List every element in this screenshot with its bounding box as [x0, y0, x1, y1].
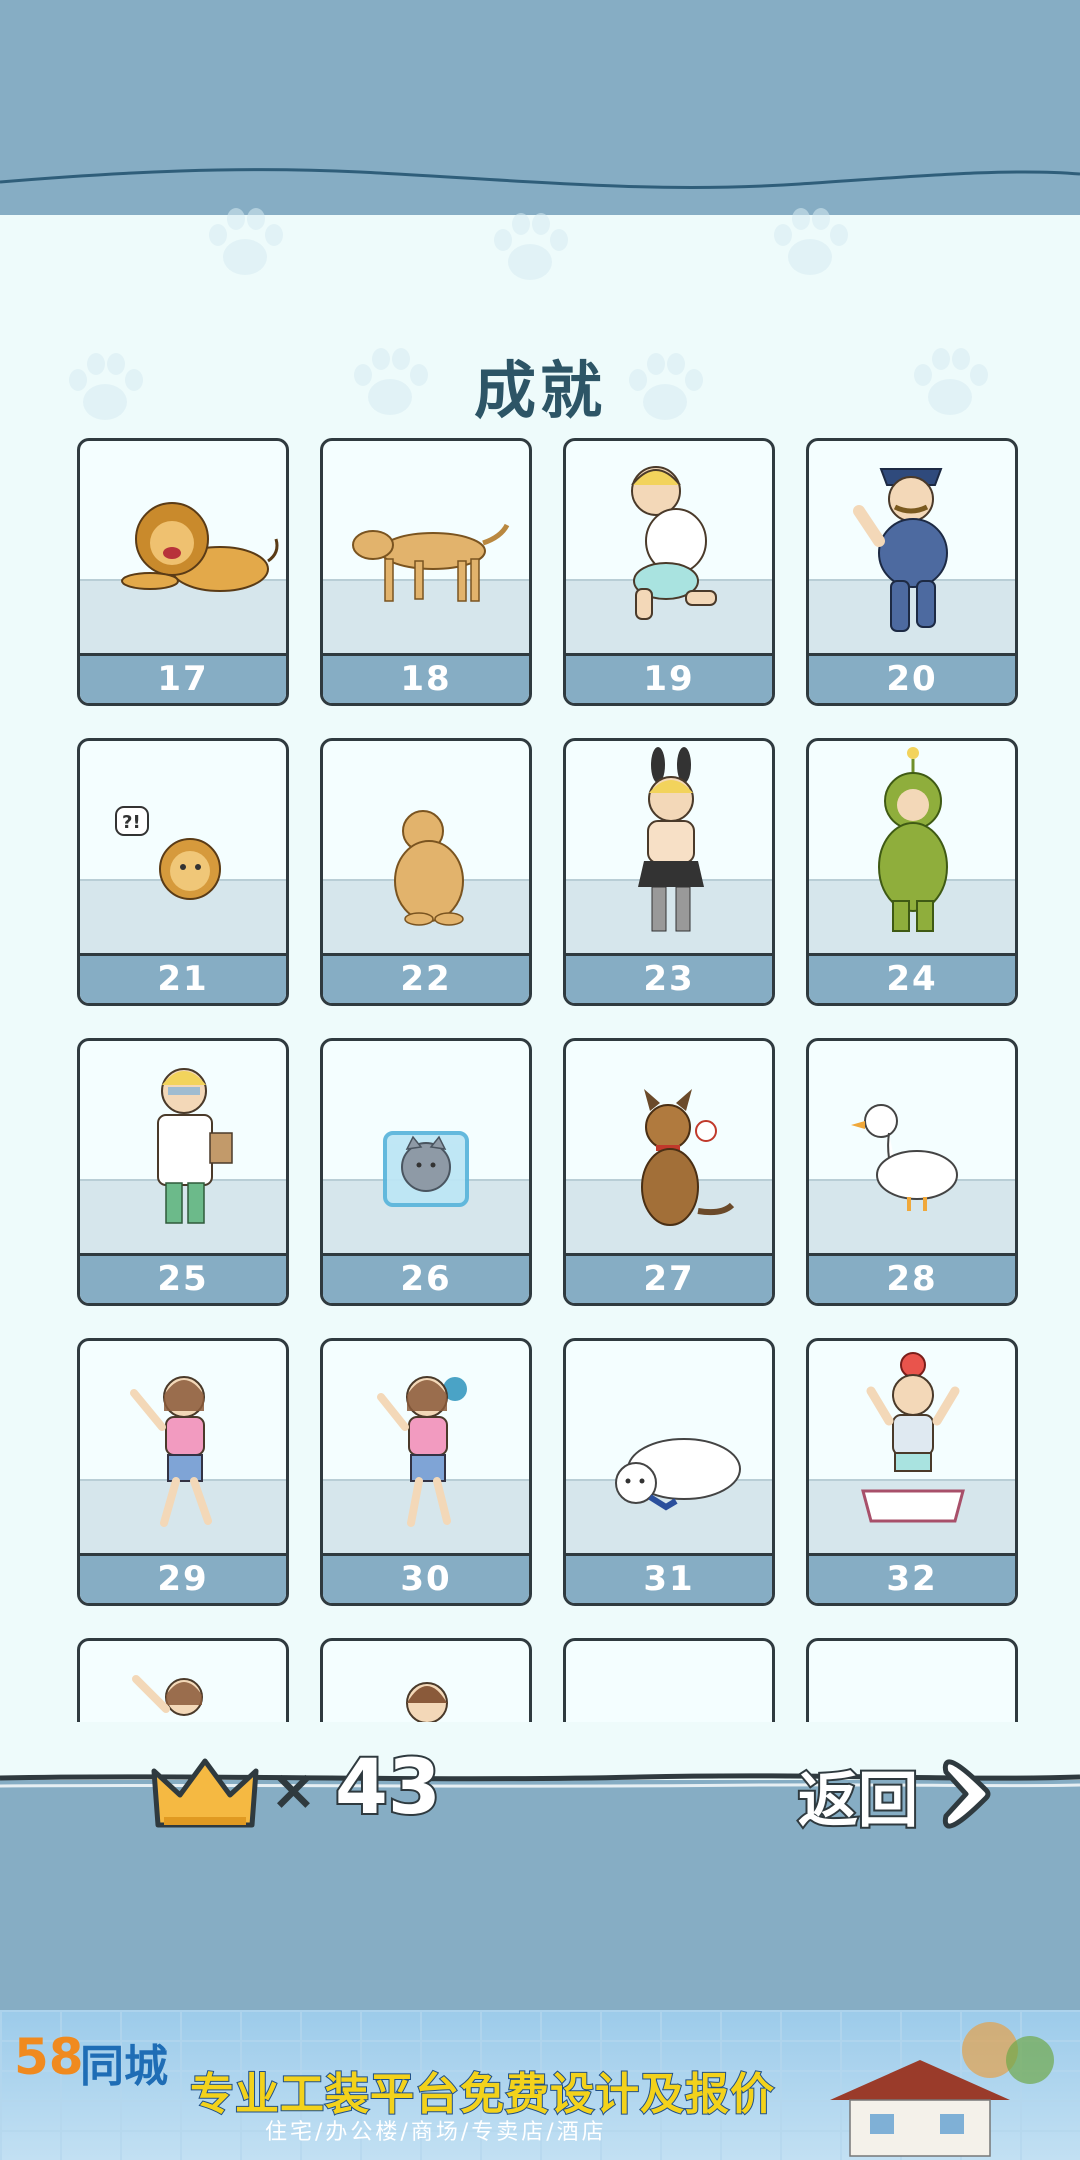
crown-icon — [150, 1755, 260, 1835]
ad-brand-name: 同城 — [80, 2041, 168, 2092]
police-officer-image — [853, 468, 948, 632]
ad-headline: 专业工装平台免费设计及报价 — [189, 2068, 775, 2121]
multiply-sign: × — [270, 1758, 317, 1823]
lion-cub-image: ?! — [115, 806, 221, 900]
card-number: 27 — [566, 1253, 772, 1303]
achievement-card-25[interactable]: 25 — [77, 1038, 289, 1306]
polar-bear-image — [615, 1438, 741, 1511]
card-number: 19 — [566, 653, 772, 703]
woman-with-cat-image — [377, 1376, 467, 1527]
paw-icon — [494, 213, 568, 280]
achievement-card-31[interactable]: 31 — [563, 1338, 775, 1606]
achievement-grid[interactable]: 17 18 19 20 ?! 21 22 23 24 25 26 27 28 2… — [0, 430, 1080, 1722]
duck-image — [851, 1104, 958, 1211]
ad-subline: 住宅/办公楼/商场/专卖店/酒店 — [265, 2120, 607, 2145]
crown-count: 43 — [333, 1740, 443, 1833]
back-label: 返回 — [796, 1764, 920, 1838]
woman-image — [132, 1675, 203, 1716]
card-number: 23 — [566, 953, 772, 1003]
doctor-image — [157, 1068, 233, 1224]
lion-image — [121, 502, 279, 592]
achievement-card-locked[interactable] — [563, 1638, 775, 1722]
bunny-costume-man-image — [638, 747, 704, 932]
achievement-card-30[interactable]: 30 — [320, 1338, 532, 1606]
achievement-card-29[interactable]: 29 — [77, 1338, 289, 1606]
achievement-card-23[interactable]: 23 — [563, 738, 775, 1006]
achievement-card-18[interactable]: 18 — [320, 438, 532, 706]
card-number: 29 — [80, 1553, 286, 1603]
card-number: 32 — [809, 1553, 1015, 1603]
golden-retriever-image — [394, 810, 464, 926]
card-number: 17 — [80, 653, 286, 703]
card-number: 31 — [566, 1553, 772, 1603]
paw-icon — [774, 208, 848, 275]
woman-image — [130, 1376, 212, 1527]
svg-text:?!: ?! — [122, 812, 141, 833]
back-button[interactable]: 返回 — [790, 1752, 1010, 1838]
card-number: 30 — [323, 1553, 529, 1603]
dog-image — [352, 523, 510, 602]
card-number: 28 — [809, 1253, 1015, 1303]
achievement-card-28[interactable]: 28 — [806, 1038, 1018, 1306]
card-number: 21 — [80, 953, 286, 1003]
page-title: 成就 — [473, 354, 606, 427]
achievement-card-22[interactable]: 22 — [320, 738, 532, 1006]
man-image — [631, 466, 717, 620]
shepherd-dog-image — [641, 1089, 735, 1226]
house-image — [830, 2022, 1054, 2157]
ad-brand-logo: 58 — [14, 2028, 84, 2086]
achievement-card-20[interactable]: 20 — [806, 438, 1018, 706]
achievement-card-24[interactable]: 24 — [806, 738, 1018, 1006]
achievement-card-19[interactable]: 19 — [563, 438, 775, 706]
achievement-card-locked[interactable] — [806, 1638, 1018, 1722]
paw-icon — [209, 208, 283, 275]
man-in-litter-box-image — [861, 1352, 965, 1523]
achievement-card[interactable] — [320, 1638, 532, 1722]
girl-image — [406, 1682, 448, 1722]
achievement-card-26[interactable]: 26 — [320, 1038, 532, 1306]
frozen-cat-image — [383, 1131, 469, 1207]
chevron-right-icon — [942, 1759, 991, 1829]
card-number: 22 — [323, 953, 529, 1003]
achievement-card-17[interactable]: 17 — [77, 438, 289, 706]
card-number: 26 — [323, 1253, 529, 1303]
card-number: 20 — [809, 653, 1015, 703]
card-number: 18 — [323, 653, 529, 703]
ad-banner[interactable]: 58 同城 专业工装平台免费设计及报价 住宅/办公楼/商场/专卖店/酒店 — [0, 2010, 1080, 2160]
achievement-card-32[interactable]: 32 — [806, 1338, 1018, 1606]
green-costume-man-image — [878, 747, 948, 932]
achievement-card-27[interactable]: 27 — [563, 1038, 775, 1306]
card-number: 25 — [80, 1253, 286, 1303]
card-number: 24 — [809, 953, 1015, 1003]
achievement-card[interactable] — [77, 1638, 289, 1722]
achievement-card-21[interactable]: ?! 21 — [77, 738, 289, 1006]
